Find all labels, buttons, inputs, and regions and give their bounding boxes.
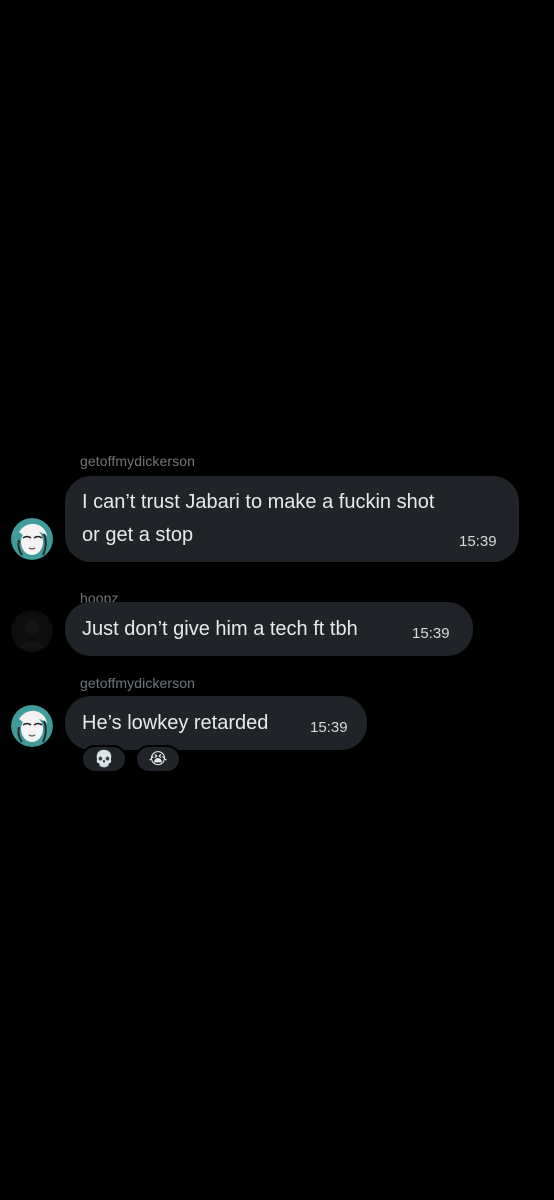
message-bubble[interactable]: Just don’t give him a tech ft tbh 15:39	[65, 602, 473, 656]
message-bubble[interactable]: I can’t trust Jabari to make a fuckin sh…	[65, 476, 519, 562]
message-timestamp: 15:39	[310, 719, 348, 736]
dark-avatar-icon	[11, 610, 53, 652]
avatar[interactable]	[11, 610, 53, 652]
message-timestamp: 15:39	[412, 625, 450, 642]
anime-avatar-icon	[11, 705, 53, 747]
avatar[interactable]	[11, 518, 53, 560]
reaction-crying-face[interactable]: 😭	[135, 745, 181, 773]
message-bubble[interactable]: He’s lowkey retarded 15:39	[65, 696, 367, 750]
skull-emoji-icon: 💀	[94, 751, 114, 768]
crying-face-emoji-icon: 😭	[148, 751, 168, 768]
message-text: He’s lowkey retarded	[82, 712, 269, 734]
sender-name[interactable]: getoffmydickerson	[80, 453, 195, 469]
dm-screen: getoffmydickerson I can’t trust Jabari t…	[0, 0, 554, 1200]
reaction-skull[interactable]: 💀	[81, 745, 127, 773]
message-text-line-2: or get a stop	[82, 524, 194, 546]
avatar[interactable]	[11, 705, 53, 747]
message-timestamp: 15:39	[459, 533, 497, 550]
anime-avatar-icon	[11, 518, 53, 560]
message-text: Just don’t give him a tech ft tbh	[82, 618, 358, 640]
sender-name[interactable]: getoffmydickerson	[80, 675, 195, 691]
message-text-line-1: I can’t trust Jabari to make a fuckin sh…	[82, 491, 435, 513]
